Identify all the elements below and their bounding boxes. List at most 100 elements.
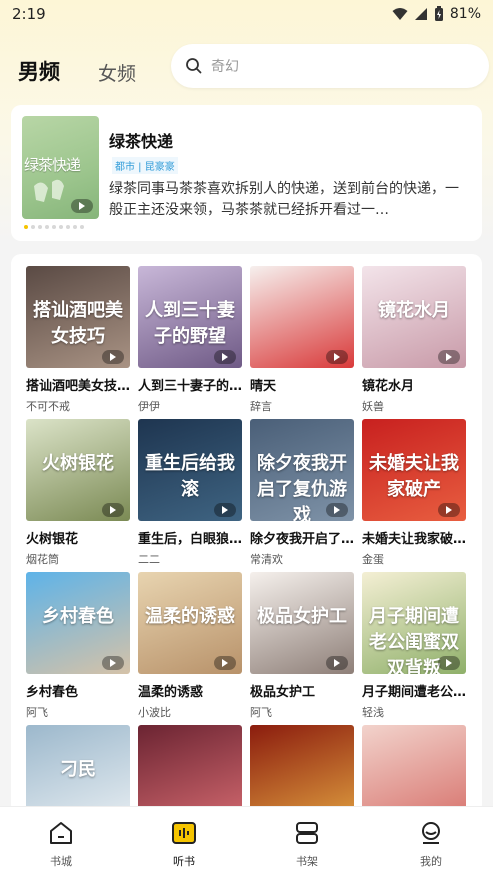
book-cover[interactable]: 人到三十妻子的野望 [138, 266, 242, 368]
book-cover-text: 乡村春色 [42, 606, 114, 627]
book-cover[interactable]: 除夕夜我开启了复仇游戏 [250, 419, 354, 521]
book-cover[interactable]: 未婚夫让我家破产 [362, 419, 466, 521]
book-item[interactable]: 重生后给我滚 重生后，白眼狼… 二二 [138, 419, 242, 567]
book-item[interactable] [138, 725, 242, 814]
book-cover-text: 人到三十妻子的野望 [145, 300, 235, 347]
play-icon [102, 350, 124, 364]
play-icon [214, 350, 236, 364]
book-cover[interactable]: 极品女护工 [250, 572, 354, 674]
book-title[interactable]: 人到三十妻子的… [138, 375, 254, 394]
book-title[interactable]: 镜花水月 [362, 375, 478, 394]
play-icon [326, 656, 348, 670]
book-cover[interactable]: 乡村春色 [26, 572, 130, 674]
book-cover-text: 刁民 [60, 759, 96, 780]
carousel-dot [45, 225, 49, 229]
book-cover-text: 搭讪酒吧美女技巧 [33, 300, 123, 347]
book-cover-text: 未婚夫让我家破产 [369, 453, 459, 500]
book-cover[interactable]: 镜花水月 [362, 266, 466, 368]
book-author: 阿飞 [250, 706, 272, 719]
book-item[interactable] [250, 725, 354, 814]
featured-book-cover[interactable]: 绿茶快递 [22, 116, 99, 219]
book-item[interactable]: 月子期间遭老公闺蜜双双背叛 月子期间遭老公… 轻浅 [362, 572, 466, 720]
book-author: 伊伊 [138, 400, 160, 413]
nav-label: 听书 [173, 855, 195, 868]
nav-label: 我的 [420, 855, 442, 868]
book-item[interactable]: 刁民 [26, 725, 130, 814]
nav-audiobook[interactable]: 听书 [154, 821, 214, 869]
status-bar: 2:19 81% [0, 0, 493, 30]
book-title[interactable]: 晴天 [250, 375, 366, 394]
play-icon [102, 656, 124, 670]
book-title[interactable]: 温柔的诱惑 [138, 681, 254, 700]
book-author: 阿飞 [26, 706, 48, 719]
play-icon [326, 503, 348, 517]
book-item[interactable]: 搭讪酒吧美女技巧 搭讪酒吧美女技… 不可不戒 [26, 266, 130, 414]
battery-percent: 81% [449, 6, 481, 22]
featured-book-card[interactable]: 绿茶快递 绿茶快递 都市 | 昆豪豪 绿茶同事马茶茶喜欢拆别人的快递，送到前台的… [11, 105, 482, 241]
audio-book-icon [172, 822, 196, 844]
book-item[interactable]: 乡村春色 乡村春色 阿飞 [26, 572, 130, 720]
book-author: 妖兽 [362, 400, 384, 413]
book-item[interactable]: 晴天 辞言 [250, 266, 354, 414]
book-item[interactable]: 极品女护工 极品女护工 阿飞 [250, 572, 354, 720]
book-cover[interactable]: 月子期间遭老公闺蜜双双背叛 [362, 572, 466, 674]
book-author: 小波比 [138, 706, 171, 719]
home-icon [50, 822, 72, 844]
book-item[interactable] [362, 725, 466, 814]
book-author: 轻浅 [362, 706, 384, 719]
book-cover[interactable]: 重生后给我滚 [138, 419, 242, 521]
nav-label: 书城 [50, 855, 72, 868]
book-item[interactable]: 未婚夫让我家破产 未婚夫让我家破… 金蛋 [362, 419, 466, 567]
book-title[interactable]: 火树银花 [26, 528, 142, 547]
book-cover-text: 重生后给我滚 [145, 453, 235, 500]
play-icon [438, 656, 460, 670]
nav-bookshelf[interactable]: 书架 [277, 821, 337, 869]
carousel-indicator [24, 225, 84, 229]
book-item[interactable]: 除夕夜我开启了复仇游戏 除夕夜我开启了… 常清欢 [250, 419, 354, 567]
nav-bookstore[interactable]: 书城 [31, 821, 91, 869]
wifi-icon [392, 8, 408, 20]
featured-book-description: 绿茶同事马茶茶喜欢拆别人的快递，送到前台的快递，一般正主还没来领，马茶茶就已经拆… [109, 181, 459, 218]
book-item[interactable]: 人到三十妻子的野望 人到三十妻子的… 伊伊 [138, 266, 242, 414]
book-title[interactable]: 搭讪酒吧美女技… [26, 375, 142, 394]
book-author: 二二 [138, 553, 160, 566]
bookshelf-icon [296, 822, 318, 844]
play-icon [326, 350, 348, 364]
book-cover[interactable] [250, 725, 354, 814]
book-cover[interactable]: 火树银花 [26, 419, 130, 521]
book-title[interactable]: 极品女护工 [250, 681, 366, 700]
search-icon [186, 58, 202, 74]
book-cover-text: 镜花水月 [378, 300, 450, 321]
play-icon [438, 503, 460, 517]
featured-book-title[interactable]: 绿茶快递 [109, 128, 173, 152]
search-placeholder: 奇幻 [211, 59, 239, 75]
play-icon [71, 199, 93, 213]
carousel-dot [31, 225, 35, 229]
book-cover[interactable]: 刁民 [26, 725, 130, 814]
carousel-dot [73, 225, 77, 229]
bottom-nav: 书城 听书 书架 我的 [0, 806, 493, 876]
book-cover[interactable]: 搭讪酒吧美女技巧 [26, 266, 130, 368]
book-item[interactable]: 温柔的诱惑 温柔的诱惑 小波比 [138, 572, 242, 720]
book-cover[interactable] [250, 266, 354, 368]
book-item[interactable]: 火树银花 火树银花 烟花筒 [26, 419, 130, 567]
book-item[interactable]: 镜花水月 镜花水月 妖兽 [362, 266, 466, 414]
nav-profile[interactable]: 我的 [401, 821, 461, 869]
book-author: 烟花筒 [26, 553, 59, 566]
book-title[interactable]: 未婚夫让我家破… [362, 528, 478, 547]
book-title[interactable]: 月子期间遭老公… [362, 681, 478, 700]
book-cover[interactable] [138, 725, 242, 814]
book-title[interactable]: 重生后，白眼狼… [138, 528, 254, 547]
book-grid: 搭讪酒吧美女技巧 搭讪酒吧美女技… 不可不戒 人到三十妻子的野望 人到三十妻子的… 伊伊晴… [11, 254, 482, 814]
tab-male[interactable]: 男频 [18, 56, 60, 86]
book-author: 不可不戒 [26, 400, 70, 413]
book-cover-text: 极品女护工 [257, 606, 347, 627]
tab-female[interactable]: 女频 [98, 59, 136, 86]
search-input[interactable]: 奇幻 [171, 44, 489, 88]
book-cover[interactable]: 温柔的诱惑 [138, 572, 242, 674]
book-cover[interactable] [362, 725, 466, 814]
carousel-dot [66, 225, 70, 229]
book-title[interactable]: 乡村春色 [26, 681, 142, 700]
book-cover-text: 火树银花 [42, 453, 114, 474]
book-title[interactable]: 除夕夜我开启了… [250, 528, 366, 547]
